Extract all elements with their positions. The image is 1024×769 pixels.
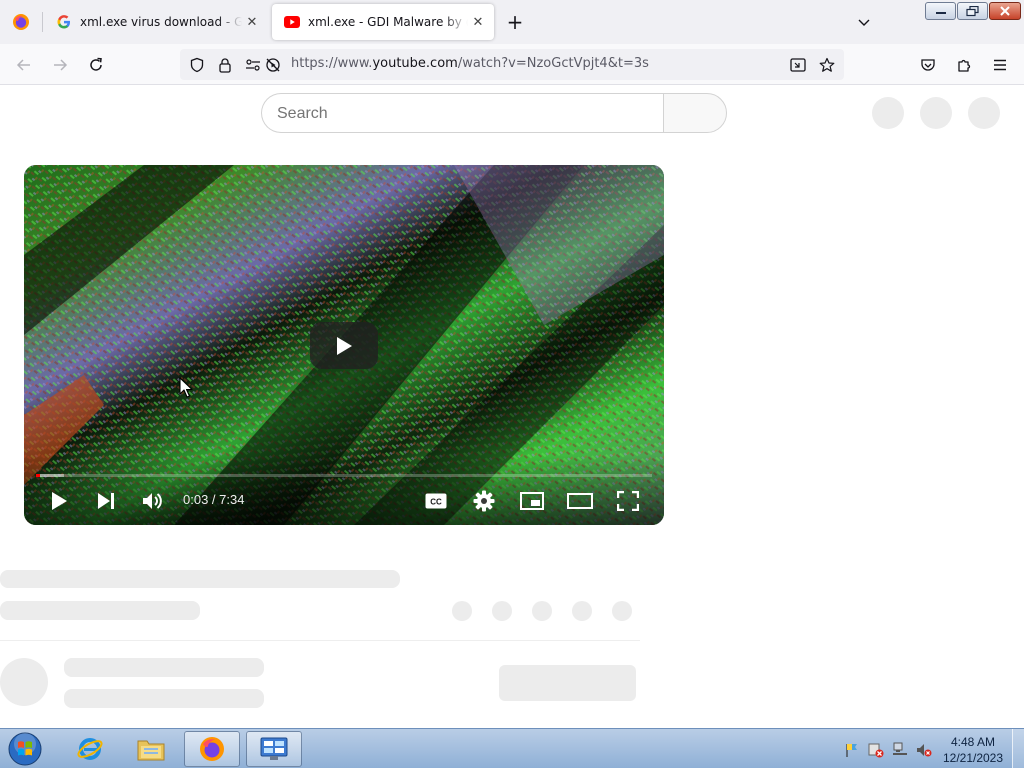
header-placeholder-circle [872,97,904,129]
youtube-search-box[interactable] [261,93,664,133]
google-g-icon [56,14,72,30]
firefox-taskbar-icon[interactable] [184,731,240,767]
action-placeholder-circle [572,601,592,621]
back-arrow-icon[interactable] [11,52,37,78]
progress-bar[interactable] [36,474,652,477]
action-placeholder-circle [452,601,472,621]
lock-icon[interactable] [216,56,234,74]
channel-name-placeholder [64,658,264,677]
close-window-button[interactable] [989,2,1021,20]
search-input[interactable] [277,103,647,125]
tab-title: xml.exe - GDI Malware by @fr4ctalz [308,15,468,29]
show-desktop-button[interactable] [1012,729,1024,769]
tab-strip: xml.exe virus download - Google Search ✕… [0,0,1024,44]
url-path: /watch?v=NzoGctVpjt4&t=3s [457,56,649,71]
next-video-icon[interactable] [90,487,122,515]
internet-explorer-icon[interactable] [62,731,118,767]
system-clock[interactable]: 4:48 AM 12/21/2023 [940,734,1006,766]
control-panel-icon[interactable] [246,731,302,767]
picture-in-picture-icon[interactable] [789,56,807,74]
progress-buffered [36,474,64,477]
url-prefix: https://www. [291,56,373,71]
navigation-toolbar: https://www.youtube.com/watch?v=NzoGctVp… [0,44,1024,85]
subscribe-placeholder [499,665,636,701]
hamburger-menu-icon[interactable] [987,52,1013,78]
windows-taskbar: 4:48 AM 12/21/2023 [0,728,1024,769]
minimize-button[interactable] [925,2,956,20]
tab-google-search[interactable]: xml.exe virus download - Google Search ✕ [44,4,268,40]
action-placeholder-circle [492,601,512,621]
settings-gear-icon[interactable] [468,487,500,515]
tab-youtube-video[interactable]: xml.exe - GDI Malware by @fr4ctalz ✕ [272,4,494,40]
channel-placeholder [0,601,200,620]
play-icon[interactable] [43,487,75,515]
volume-muted-icon[interactable] [916,742,932,758]
header-placeholder-circle [920,97,952,129]
time-display: 0:03 / 7:34 [183,492,245,507]
title-placeholder [0,570,400,588]
volume-icon[interactable] [137,487,169,515]
url-host: youtube.com [372,56,458,71]
pocket-icon[interactable] [915,52,941,78]
network-icon[interactable] [892,742,908,758]
file-explorer-icon[interactable] [123,731,179,767]
action-placeholder-circle [532,601,552,621]
captions-label: CC [430,498,442,507]
chevron-down-icon[interactable] [852,10,876,34]
extensions-puzzle-icon[interactable] [951,52,977,78]
divider [0,640,640,641]
url-text: https://www.youtube.com/watch?v=NzoGctVp… [291,56,649,71]
progress-played [36,474,41,477]
new-tab-plus-icon[interactable]: + [503,10,527,34]
fullscreen-icon[interactable] [612,487,644,515]
close-tab-icon[interactable]: ✕ [468,12,488,32]
action-center-flag-icon[interactable] [844,742,860,758]
youtube-icon [284,14,300,30]
large-play-button[interactable] [310,322,378,369]
firefox-view-icon[interactable] [0,0,42,44]
security-warning-icon[interactable] [868,742,884,758]
tab-title: xml.exe virus download - Google Search [80,15,242,29]
video-player[interactable]: 0:03 / 7:34 CC [24,165,664,525]
permissions-icon[interactable] [244,56,262,74]
subscriber-placeholder [64,689,264,708]
restore-button[interactable] [957,2,988,20]
reload-icon[interactable] [83,52,109,78]
tab-separator [42,12,43,32]
captions-cc-icon[interactable]: CC [420,487,452,515]
channel-avatar-placeholder [0,658,48,706]
clock-date: 12/21/2023 [942,751,1004,765]
bookmark-star-icon[interactable] [818,56,836,74]
tracking-protection-shield-icon[interactable] [188,56,206,74]
clock-time: 4:48 AM [950,735,996,749]
start-button[interactable] [5,730,45,768]
url-bar[interactable]: https://www.youtube.com/watch?v=NzoGctVp… [180,49,844,80]
mouse-pointer-icon [179,377,193,398]
autoplay-blocked-icon[interactable] [264,56,282,74]
forward-arrow-icon[interactable] [47,52,73,78]
action-placeholder-circle [612,601,632,621]
theater-mode-icon[interactable] [564,487,596,515]
avatar-placeholder [968,97,1000,129]
search-button[interactable] [663,93,727,133]
close-tab-icon[interactable]: ✕ [242,12,262,32]
miniplayer-icon[interactable] [516,487,548,515]
